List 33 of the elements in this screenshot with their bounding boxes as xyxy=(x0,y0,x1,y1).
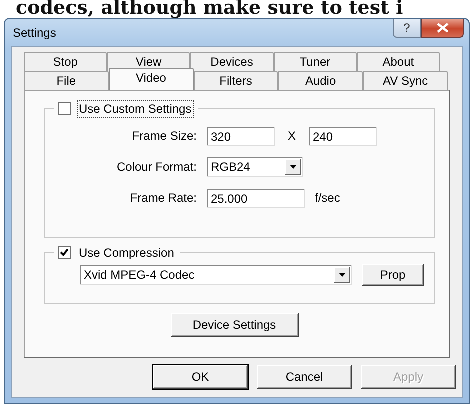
dialog-button[interactable]: Cancel xyxy=(257,365,352,389)
window-title: Settings xyxy=(12,26,56,40)
colour-format-dropdown[interactable]: RGB24 xyxy=(207,157,303,177)
separator-text: X xyxy=(286,129,297,143)
tab[interactable]: Audio xyxy=(278,71,364,90)
tab[interactable]: Video xyxy=(108,68,194,90)
field-label: Frame Rate: xyxy=(129,191,198,205)
dialog-button[interactable]: OK xyxy=(153,365,248,389)
close-button[interactable] xyxy=(421,19,464,38)
tab[interactable]: Filters xyxy=(194,71,278,90)
frame-rate-field[interactable]: 25.000 xyxy=(207,188,305,208)
tab[interactable]: File xyxy=(24,71,109,90)
checkbox-label[interactable]: Use Custom Settings xyxy=(77,100,194,118)
width-field[interactable]: 320 xyxy=(207,126,275,146)
checkbox[interactable] xyxy=(58,102,71,115)
codec-dropdown[interactable]: Xvid MPEG-4 Codec xyxy=(80,265,352,285)
unit-label: f/sec xyxy=(315,191,340,205)
checkbox-label[interactable]: Use Compression xyxy=(77,244,176,262)
tab[interactable]: Stop xyxy=(24,52,108,71)
device-settings-button[interactable]: Device Settings xyxy=(170,313,298,337)
height-field[interactable]: 240 xyxy=(309,126,377,146)
field-label: Frame Size: xyxy=(131,129,198,143)
tab[interactable]: About xyxy=(356,52,440,71)
tab[interactable]: Tuner xyxy=(274,52,357,71)
help-button[interactable]: ? xyxy=(393,19,421,38)
checkbox[interactable] xyxy=(58,246,71,259)
field-label: Colour Format: xyxy=(116,160,198,174)
tab[interactable]: Devices xyxy=(190,52,274,71)
prop-button[interactable]: Prop xyxy=(362,264,424,286)
dropdown-arrow-icon xyxy=(338,273,346,277)
close-icon xyxy=(436,23,448,33)
dropdown-arrow-icon xyxy=(290,165,296,169)
tab[interactable]: AV Sync xyxy=(363,71,448,90)
